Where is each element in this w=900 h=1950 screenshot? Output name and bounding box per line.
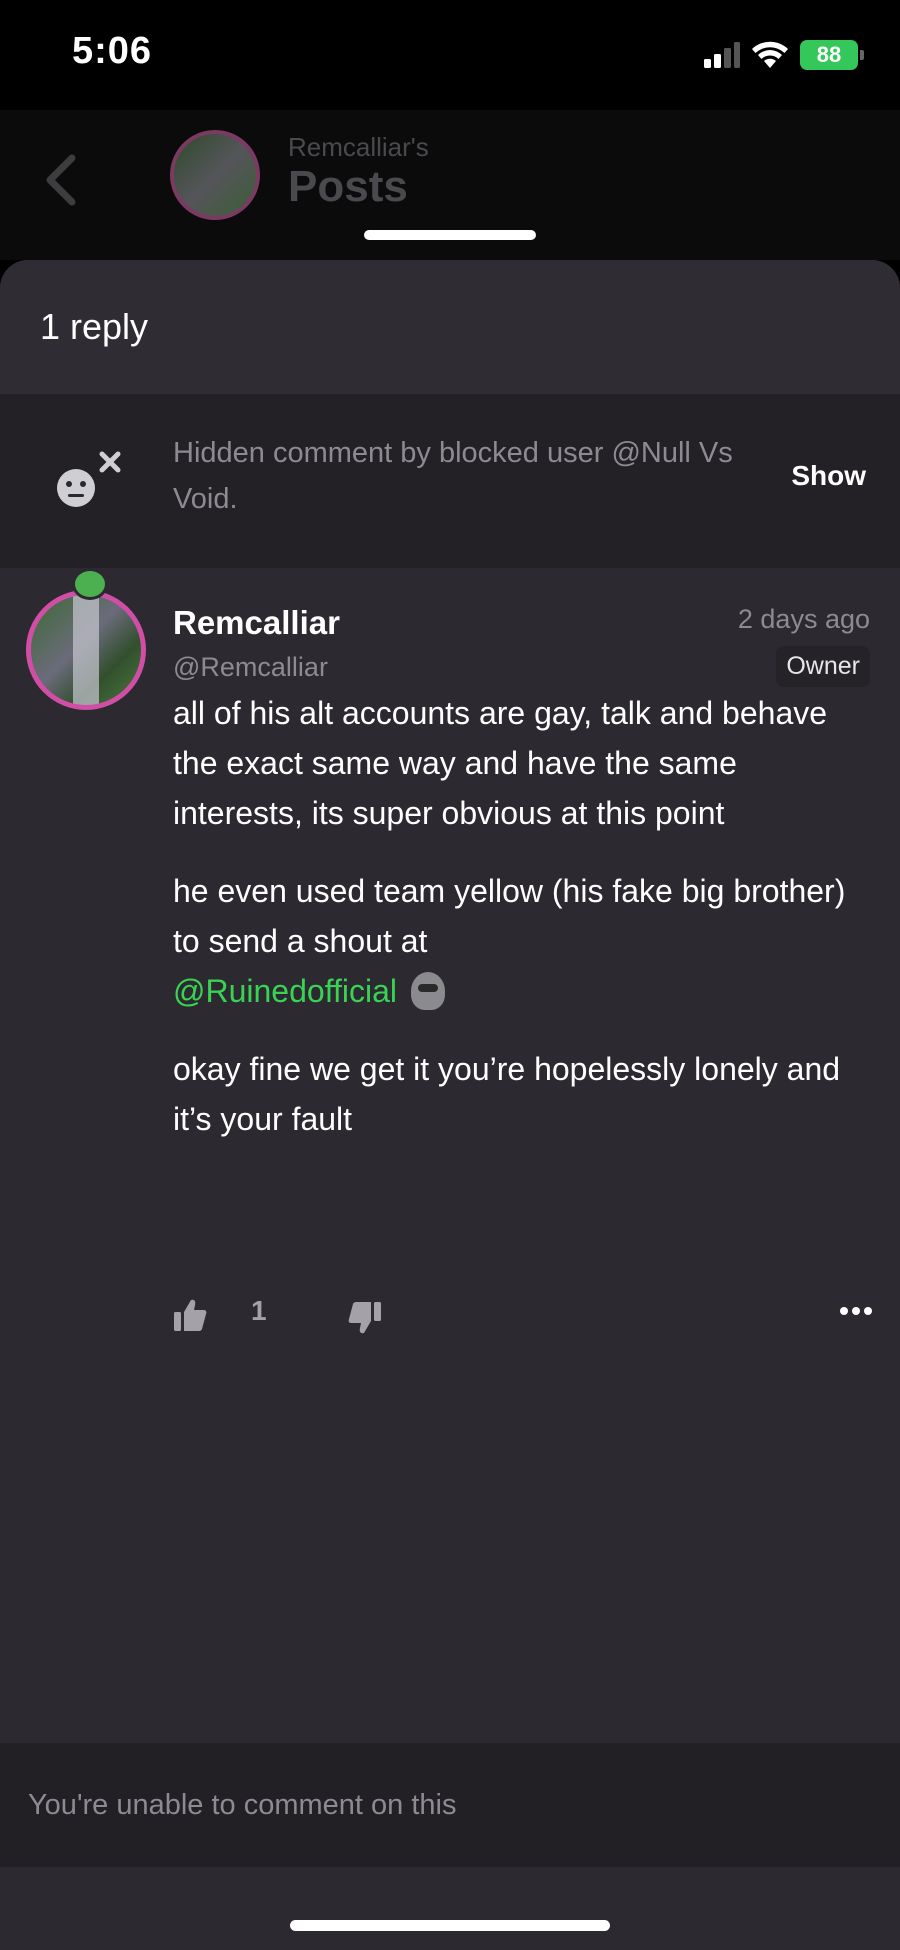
thumbs-down-icon[interactable] [348,1301,382,1335]
user-handle[interactable]: @Remcalliar [173,652,328,683]
username[interactable]: Remcalliar [173,604,340,642]
more-options-icon[interactable] [839,1305,873,1317]
status-bar: 5:06 88 [0,0,900,110]
hidden-comment-row: Hidden comment by blocked user @Null Vs … [0,396,900,568]
battery-level: 88 [816,42,842,67]
home-indicator[interactable] [290,1920,610,1931]
status-time: 5:06 [72,30,153,72]
comment-disabled-footer: You're unable to comment on this [0,1743,900,1867]
signal-icon [704,42,740,68]
timestamp: 2 days ago [737,604,870,634]
reply-header: 1 reply [0,260,900,396]
wifi-icon [752,41,788,68]
blocked-user-icon [57,451,121,507]
comment-actions: 1 [173,1293,873,1343]
comment-paragraph-3: okay fine we get it you’re hopelessly lo… [173,1051,841,1137]
comment-paragraph-2: he even used team yellow (his fake big b… [173,866,873,1016]
comment-body: all of his alt accounts are gay, talk an… [173,688,873,1172]
header-avatar [170,130,260,220]
owner-badge: Owner [776,646,870,687]
battery-tip [860,50,864,60]
avatar-badge-icon [72,568,108,600]
show-button[interactable]: Show [791,460,866,492]
sheet-grabber[interactable] [364,230,536,240]
like-count: 1 [251,1295,267,1326]
user-mention[interactable]: @Ruinedofficial [173,973,397,1009]
back-chevron-icon[interactable] [40,150,80,210]
hidden-comment-text: Hidden comment by blocked user @Null Vs … [173,437,733,515]
thumbs-up-icon[interactable] [173,1298,207,1332]
comment-paragraph-2-text: he even used team yellow (his fake big b… [173,873,846,959]
status-icons: 88 [704,38,864,72]
avatar[interactable] [26,590,146,710]
battery-icon: 88 [800,40,858,70]
comment: Remcalliar @Remcalliar 2 days ago Owner … [0,568,900,1713]
comment-paragraph-1: all of his alt accounts are gay, talk an… [173,695,828,831]
reply-count: 1 reply [40,306,149,347]
header-subtitle: Remcalliar's [288,132,429,162]
comment-disabled-text: You're unable to comment on this [28,1788,457,1821]
header-title: Posts [288,162,408,211]
ninja-emoji-icon [411,972,446,1010]
replies-sheet: 1 reply Hidden comment by blocked user @… [0,260,900,1950]
